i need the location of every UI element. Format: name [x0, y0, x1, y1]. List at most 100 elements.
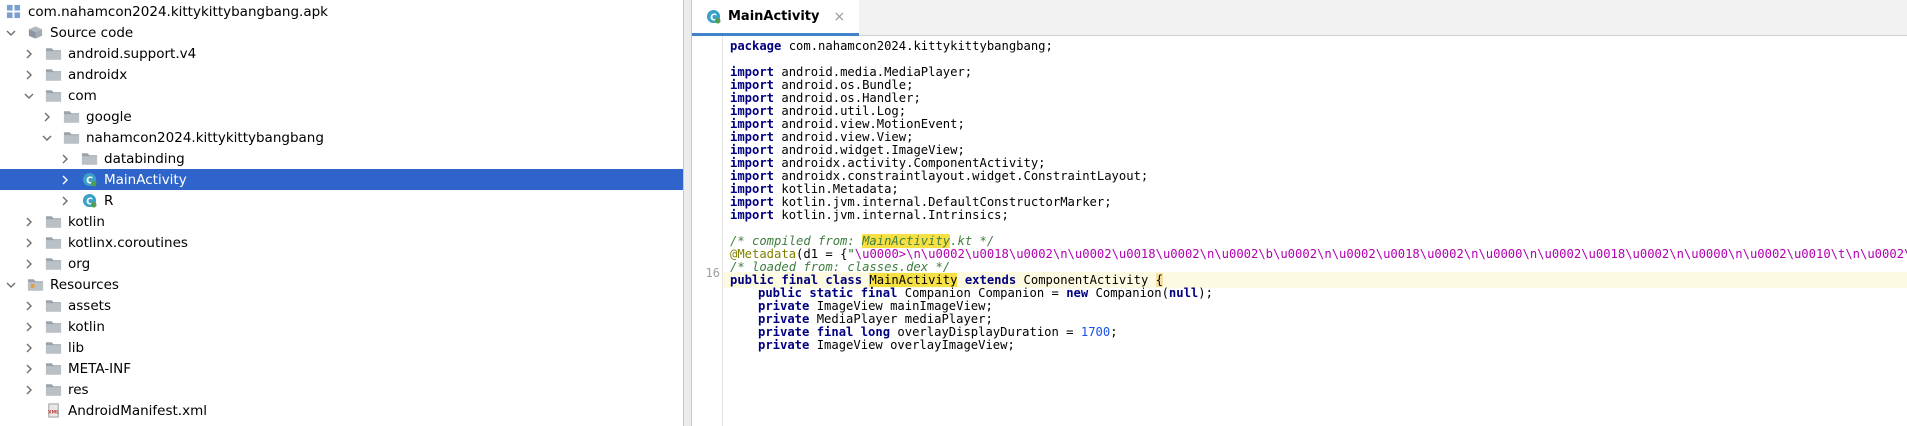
tab-label: MainActivity [728, 9, 820, 24]
chevron-right-icon[interactable] [22, 215, 36, 229]
tree-item-androidx[interactable]: androidx [0, 64, 683, 85]
code-line-field: private ImageView overlayImageView; [723, 337, 1907, 353]
package-icon [44, 214, 62, 230]
chevron-right-icon[interactable] [22, 299, 36, 313]
chevron-right-icon[interactable] [40, 110, 54, 124]
tree-item-lib[interactable]: lib [0, 337, 683, 358]
tree-item-label: android.support.v4 [68, 45, 197, 62]
tree-root-label: com.nahamcon2024.kittykittybangbang.apk [28, 3, 328, 20]
project-tree-panel: com.nahamcon2024.kittykittybangbang.apk … [0, 0, 684, 426]
tree-item-com[interactable]: com [0, 85, 683, 106]
tree-item-databinding[interactable]: databinding [0, 148, 683, 169]
chevron-right-icon[interactable] [22, 47, 36, 61]
chevron-right-icon[interactable] [22, 236, 36, 250]
tree-item-label: databinding [104, 150, 185, 167]
keyword: package [730, 39, 782, 53]
chevron-right-icon[interactable] [58, 173, 72, 187]
tree-item-label: Source code [50, 24, 134, 41]
chevron-right-icon[interactable] [58, 194, 72, 208]
tree-item-label: google [86, 108, 132, 125]
chevron-down-icon[interactable] [40, 131, 54, 145]
tree-item-resources[interactable]: Resources [0, 274, 683, 295]
package-icon [44, 256, 62, 272]
tree-item-source-code[interactable]: Source code [0, 22, 683, 43]
tree-item-meta-inf[interactable]: META-INF [0, 358, 683, 379]
tree-item-label: MainActivity [104, 171, 187, 188]
tree-item-label: lib [68, 339, 85, 356]
chevron-down-icon[interactable] [4, 278, 18, 292]
tree-item-label: META-INF [68, 360, 132, 377]
folder-icon [44, 340, 62, 356]
tree-item-kotlinx-coroutines[interactable]: kotlinx.coroutines [0, 232, 683, 253]
tree-item-label: nahamcon2024.kittykittybangbang [86, 129, 324, 146]
chevron-down-icon[interactable] [4, 26, 18, 40]
code-line-import: import kotlin.jvm.internal.Intrinsics; [723, 207, 1907, 223]
tree-item-mainactivity[interactable]: C MainActivity [0, 169, 683, 190]
package-icon [80, 151, 98, 167]
apk-icon [4, 4, 22, 20]
chevron-right-icon[interactable] [22, 362, 36, 376]
svg-text:XML: XML [47, 409, 58, 415]
close-icon[interactable]: × [833, 9, 845, 25]
package-icon [44, 46, 62, 62]
tree-item-android-support-v4[interactable]: android.support.v4 [0, 43, 683, 64]
tree-item-nahamcon2024-kittykittybangbang[interactable]: nahamcon2024.kittykittybangbang [0, 127, 683, 148]
tree-item-label: res [68, 381, 89, 398]
source-code-icon [26, 25, 44, 41]
chevron-right-icon[interactable] [22, 68, 36, 82]
tree-item-label: org [68, 255, 91, 272]
chevron-right-icon[interactable] [22, 341, 36, 355]
package-icon [44, 67, 62, 83]
tree-item-androidmanifest-xml[interactable]: XML AndroidManifest.xml [0, 400, 683, 421]
code-line-package: package com.nahamcon2024.kittykittybangb… [723, 38, 1907, 54]
folder-icon [44, 298, 62, 314]
tree-item-google[interactable]: google [0, 106, 683, 127]
package-icon [44, 88, 62, 104]
folder-icon [44, 382, 62, 398]
editor-tab-bar: C MainActivity × [692, 0, 1907, 36]
resources-icon [26, 277, 44, 293]
tree-item-label: kotlinx.coroutines [68, 234, 188, 251]
chevron-right-icon[interactable] [58, 152, 72, 166]
tree-item-label: R [104, 192, 114, 209]
keyword: import [730, 208, 775, 222]
folder-icon [44, 319, 62, 335]
chevron-right-icon[interactable] [22, 383, 36, 397]
tree-item-label: Resources [50, 276, 119, 293]
tree-item-label: androidx [68, 66, 128, 83]
tree-item-label: com [68, 87, 97, 104]
tree-item-label: assets [68, 297, 111, 314]
package-icon [44, 235, 62, 251]
chevron-right-icon[interactable] [22, 320, 36, 334]
chevron-right-icon[interactable] [22, 257, 36, 271]
package-icon [62, 130, 80, 146]
tree-item-org[interactable]: org [0, 253, 683, 274]
package-icon [62, 109, 80, 125]
import-path: kotlin.jvm.internal.Intrinsics; [781, 208, 1009, 222]
line-number-gutter: 16 [692, 36, 722, 426]
tree-item-kotlin[interactable]: kotlin [0, 211, 683, 232]
tree-item-label: kotlin [68, 213, 105, 230]
keyword: private [758, 338, 810, 352]
tree-root[interactable]: com.nahamcon2024.kittykittybangbang.apk [0, 1, 683, 22]
class-icon: C [80, 193, 98, 209]
tree-item-kotlin[interactable]: kotlin [0, 316, 683, 337]
manifest-icon: XML [44, 403, 62, 419]
line-number: 16 [705, 266, 720, 280]
class-icon: C [80, 172, 98, 188]
code-area[interactable]: package com.nahamcon2024.kittykittybangb… [723, 36, 1907, 426]
chevron-down-icon[interactable] [22, 89, 36, 103]
tree-item-label: kotlin [68, 318, 105, 335]
tab-mainactivity[interactable]: C MainActivity × [692, 0, 860, 36]
code-text: ImageView overlayImageView; [809, 338, 1015, 352]
panel-splitter[interactable] [684, 0, 692, 426]
code-editor: C MainActivity × 16 package com.nahamcon… [692, 0, 1907, 426]
class-icon: C [704, 9, 722, 25]
tree-item-assets[interactable]: assets [0, 295, 683, 316]
package-name: com.nahamcon2024.kittykittybangbang; [781, 39, 1053, 53]
tree-item-label: AndroidManifest.xml [68, 402, 207, 419]
folder-icon [44, 361, 62, 377]
tree-item-res[interactable]: res [0, 379, 683, 400]
tree-item-r[interactable]: CR [0, 190, 683, 211]
